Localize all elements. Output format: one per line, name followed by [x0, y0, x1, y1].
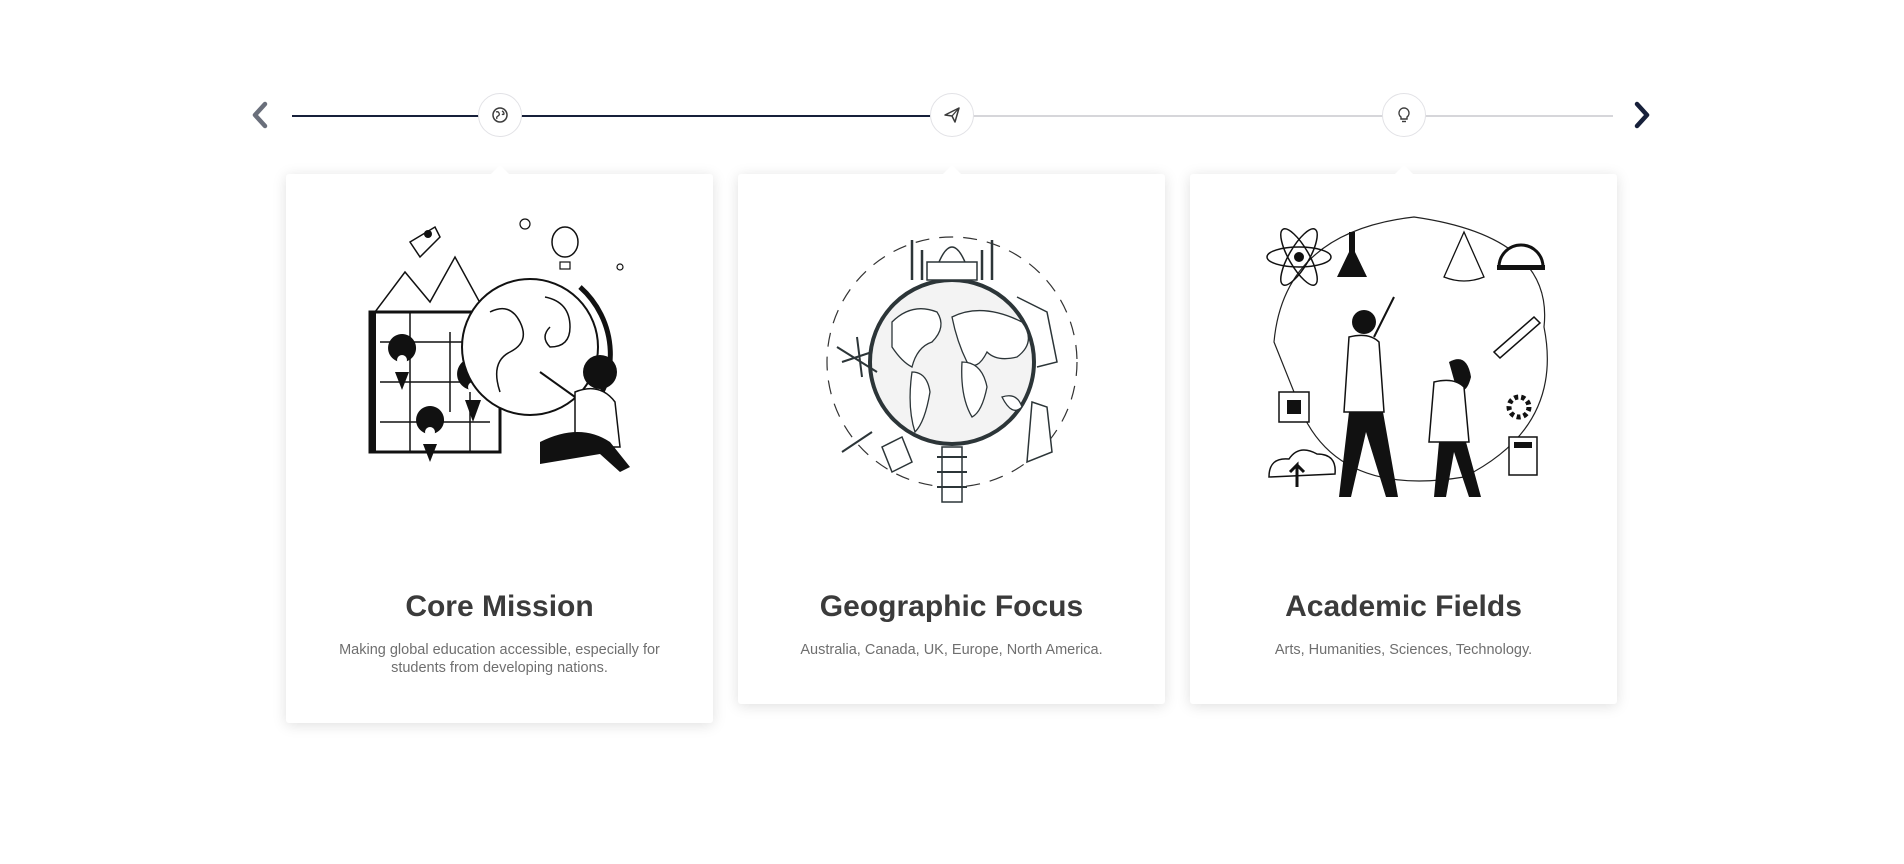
paper-plane-icon — [944, 107, 960, 123]
lightbulb-icon — [1398, 107, 1410, 123]
step-core-mission[interactable] — [478, 93, 522, 137]
card-pointer — [942, 165, 961, 174]
timeline-track-active — [292, 115, 930, 117]
chevron-left-icon — [252, 101, 268, 129]
card-pointer — [490, 165, 509, 174]
card-description: Australia, Canada, UK, Europe, North Ame… — [800, 642, 1103, 658]
science-students-illustration — [1265, 216, 1548, 497]
step-academic-fields[interactable] — [1382, 93, 1426, 137]
timeline-track-inactive — [930, 115, 1613, 117]
globe-icon — [492, 107, 508, 123]
card-description: Making global education accessible, espe… — [339, 642, 660, 676]
world-landmarks-illustration — [825, 236, 1078, 503]
card-core-mission: Core Mission Making global education acc… — [286, 165, 713, 723]
card-title: Geographic Focus — [819, 590, 1084, 623]
card-academic-fields: Academic Fields Arts, Humanities, Scienc… — [1190, 165, 1617, 704]
card-geographic-focus: Geographic Focus Australia, Canada, UK, … — [738, 165, 1165, 704]
step-geographic-focus[interactable] — [930, 93, 974, 137]
card-pointer — [1394, 165, 1413, 174]
next-button[interactable] — [1627, 97, 1657, 133]
card-title: Core Mission — [405, 590, 594, 623]
card-description: Arts, Humanities, Sciences, Technology. — [1274, 642, 1533, 658]
globe-map-explorer-illustration — [368, 218, 630, 472]
chevron-right-icon — [1634, 101, 1650, 129]
card-title: Academic Fields — [1285, 590, 1522, 623]
prev-button[interactable] — [245, 97, 275, 133]
